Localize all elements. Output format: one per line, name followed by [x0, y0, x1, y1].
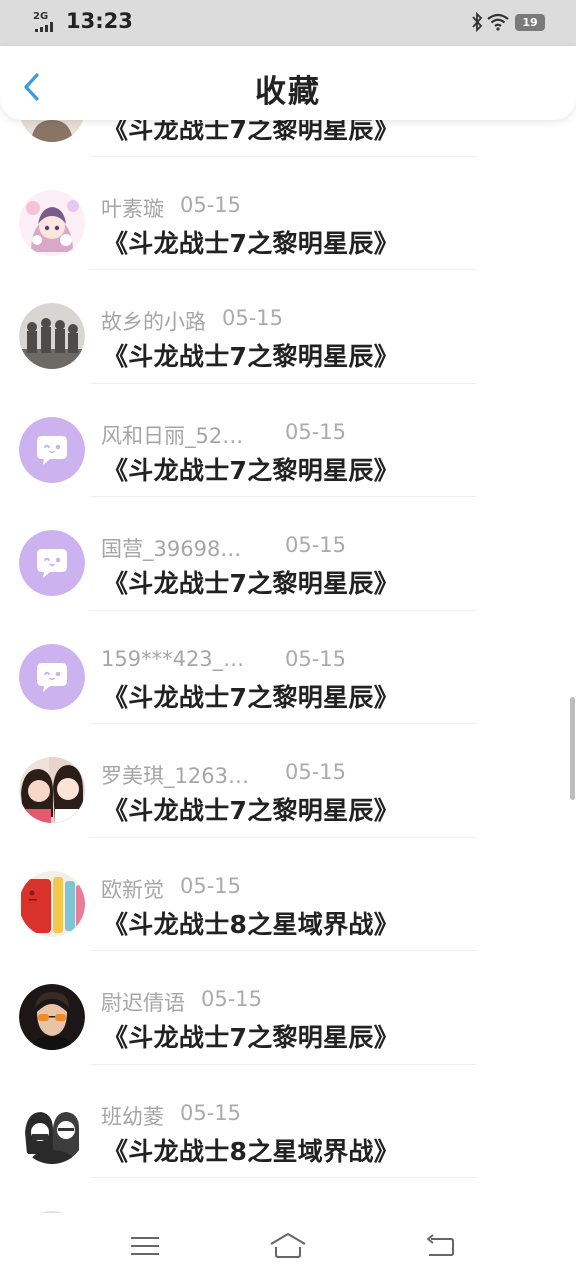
favorite-list-item[interactable]: 国营_39698… 05-15 《斗龙战士7之黎明星辰》: [0, 497, 576, 611]
user-name: 欧新觉: [101, 877, 164, 902]
favorite-list-item[interactable]: 尉迟倩语 05-15 《斗龙战士7之黎明星辰》: [0, 951, 576, 1065]
item-date: 05-15: [285, 760, 347, 784]
user-name: 风和日丽_52…: [101, 423, 244, 448]
book-title[interactable]: 《斗龙战士8之星域界战》: [103, 1132, 399, 1168]
status-time: 13:23: [66, 9, 133, 33]
item-date: 05-15: [285, 419, 347, 444]
book-title[interactable]: 《斗龙战士7之黎明星辰》: [103, 1018, 399, 1054]
favorite-list-item[interactable]: 欧新觉 05-15 《斗龙战士8之星域界战》: [0, 838, 576, 951]
network-type: 2G: [33, 11, 49, 22]
book-title[interactable]: 《斗龙战士7之黎明星辰》: [103, 564, 399, 600]
menu-icon[interactable]: [127, 1231, 163, 1261]
item-meta: 罗美琪_1263… 05-15: [101, 760, 346, 788]
item-meta: 班幼菱 05-15: [101, 1101, 241, 1129]
page-title: 收藏: [255, 74, 321, 110]
item-date: 05-15: [285, 646, 347, 671]
item-date: 05-15: [180, 192, 242, 217]
navigation-bar: [0, 1213, 576, 1280]
user-name: 尉迟倩语: [101, 991, 185, 1015]
status-bar: 2G 13:23 19: [0, 0, 576, 46]
item-meta: 159***423_… 05-15: [101, 647, 346, 675]
item-date: 05-15: [285, 533, 347, 557]
item-date: 05-15: [201, 987, 263, 1011]
item-date: 05-15: [222, 306, 284, 330]
anime-girl-avatar[interactable]: [19, 189, 85, 256]
bluetooth-icon: [472, 12, 483, 32]
user-name: 罗美琪_1263…: [101, 764, 249, 788]
favorite-list-item[interactable]: 风和日丽_52… 05-15 《斗龙战士7之黎明星辰》: [0, 384, 576, 497]
book-title[interactable]: 《斗龙战士8之星域界战》: [103, 905, 399, 941]
default-chat-avatar[interactable]: [19, 643, 85, 710]
user-name: 班幼菱: [101, 1104, 164, 1129]
default-chat-avatar[interactable]: [19, 530, 85, 596]
scrollbar[interactable]: [570, 697, 575, 800]
favorite-list-item[interactable]: 故乡的小路 05-15 《斗龙战士7之黎明星辰》: [0, 270, 576, 384]
mother-child-avatar[interactable]: [19, 757, 85, 823]
favorite-list-item[interactable]: 叶素璇 05-15 《斗龙战士7之黎明星辰》: [0, 157, 576, 270]
sunglasses-man-avatar[interactable]: [19, 984, 85, 1050]
red-phone-avatar[interactable]: [19, 870, 85, 937]
book-title[interactable]: 《斗龙战士7之黎明星辰》: [103, 224, 399, 260]
favorite-list-item[interactable]: 罗美琪_1263… 05-15 《斗龙战士7之黎明星辰》: [0, 724, 576, 838]
book-title[interactable]: 《斗龙战士7之黎明星辰》: [103, 791, 399, 827]
user-name: 国营_39698…: [101, 537, 242, 561]
book-title[interactable]: 《斗龙战士7之黎明星辰》: [103, 120, 399, 146]
signal-icon: [35, 22, 53, 32]
user-name: 叶素璇: [101, 196, 164, 221]
photo-user-avatar[interactable]: [19, 120, 85, 142]
item-meta: 国营_39698… 05-15: [101, 533, 346, 561]
favorite-list-item[interactable]: 《斗龙战士7之黎明星辰》: [0, 120, 576, 157]
item-date: 05-15: [180, 1100, 242, 1125]
couple-sketch-avatar[interactable]: [19, 1097, 85, 1164]
home-icon[interactable]: [268, 1231, 308, 1261]
book-title[interactable]: 《斗龙战士7之黎明星辰》: [103, 337, 399, 373]
wifi-icon: [487, 13, 509, 31]
item-meta: 尉迟倩语 05-15: [101, 987, 262, 1015]
favorite-list-item[interactable]: 麦秀天05-15: [0, 1178, 576, 1213]
battery-icon: 19: [515, 14, 545, 31]
user-name: 故乡的小路: [101, 310, 206, 334]
book-title[interactable]: 《斗龙战士7之黎明星辰》: [103, 451, 399, 487]
item-meta: 故乡的小路 05-15: [101, 306, 283, 334]
item-meta: 欧新觉 05-15: [101, 874, 241, 902]
user-name: 159***423_…: [101, 646, 245, 671]
item-meta: 风和日丽_52… 05-15: [101, 420, 346, 448]
favorite-list-item[interactable]: 班幼菱 05-15 《斗龙战士8之星域界战》: [0, 1065, 576, 1178]
book-title[interactable]: 《斗龙战士7之黎明星辰》: [103, 678, 399, 714]
item-date: 05-15: [180, 873, 242, 898]
header: 收藏: [0, 46, 576, 120]
item-meta: 叶素璇 05-15: [101, 193, 241, 221]
default-chat-avatar[interactable]: [19, 416, 85, 483]
statues-avatar[interactable]: [19, 303, 85, 369]
back-icon[interactable]: [421, 1231, 457, 1261]
favorites-list[interactable]: 《斗龙战士7之黎明星辰》 叶素璇 05-15 《斗龙战士7之黎明星辰》 故乡的小路 05-…: [0, 120, 576, 1213]
favorite-list-item[interactable]: 159***423_… 05-15 《斗龙战士7之黎明星辰》: [0, 611, 576, 724]
